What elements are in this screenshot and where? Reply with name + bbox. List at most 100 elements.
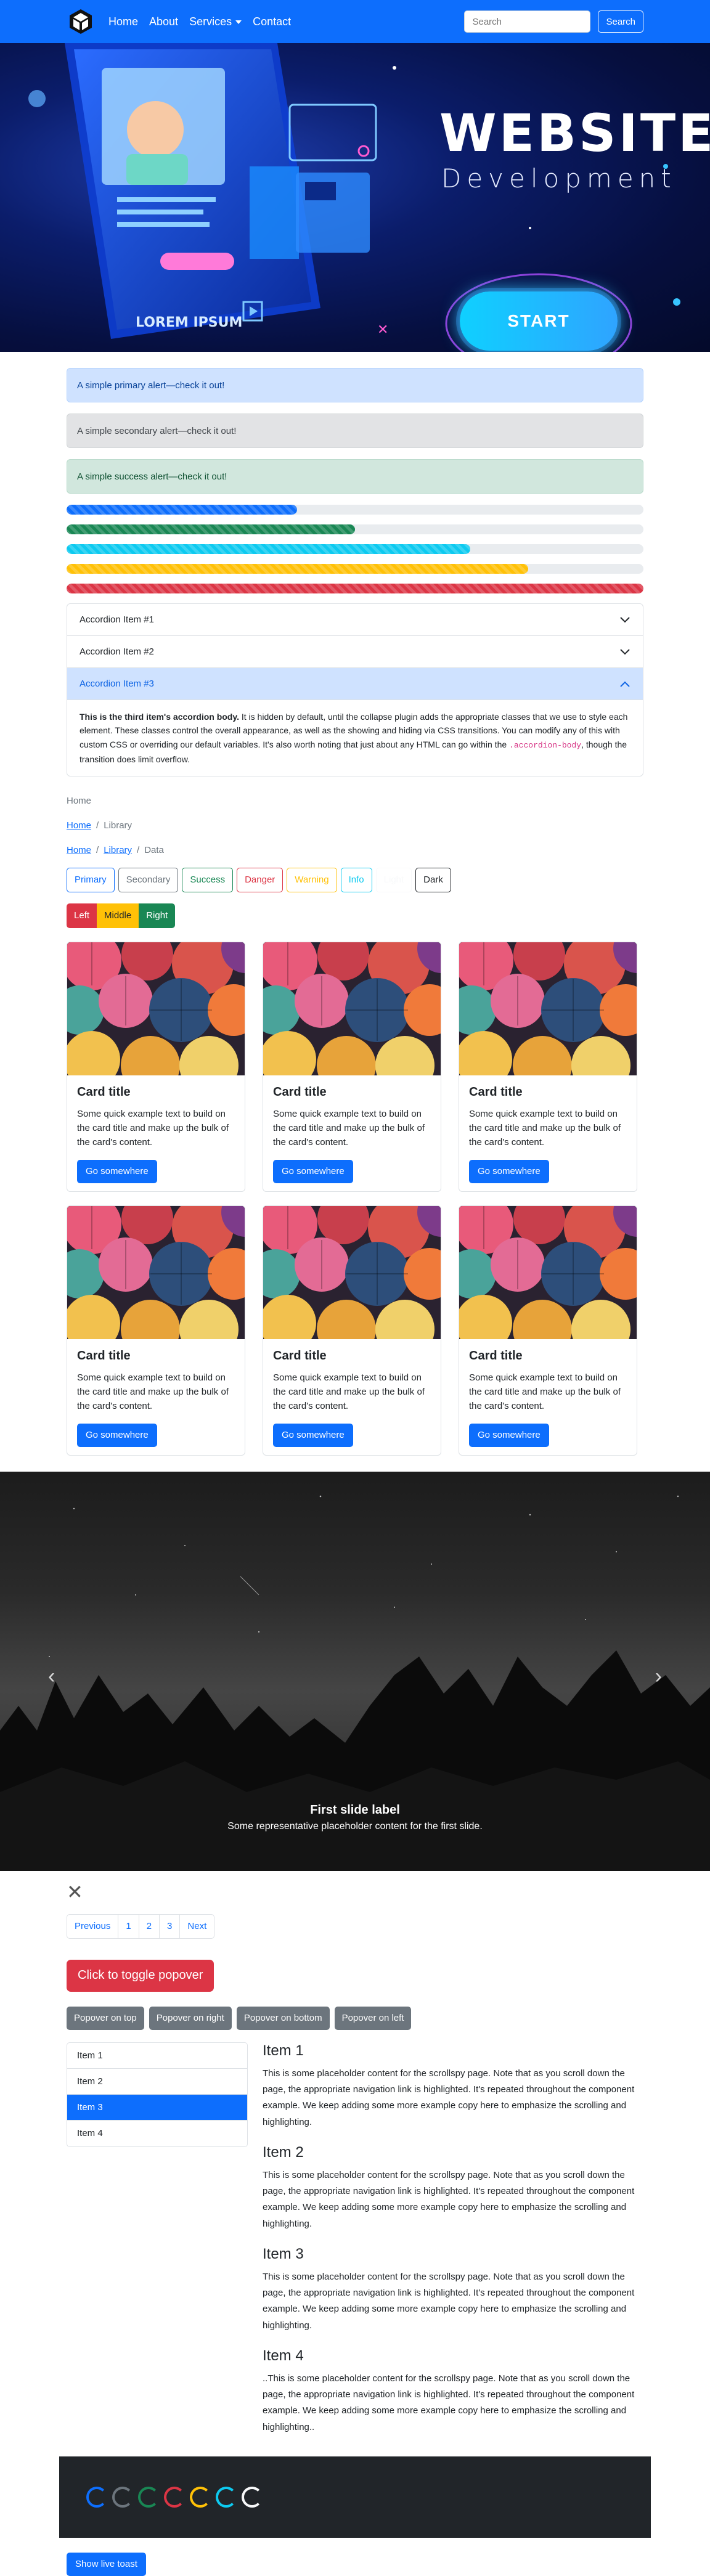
popover-bottom-button[interactable]: Popover on bottom xyxy=(236,2006,330,2030)
nav-services-label: Services xyxy=(189,15,232,28)
accordion-item-3-label: Accordion Item #3 xyxy=(80,679,154,689)
go-somewhere-button[interactable]: Go somewhere xyxy=(273,1423,353,1447)
middle-button[interactable]: Middle xyxy=(97,903,139,928)
scrollspy-heading: Item 1 xyxy=(263,2042,304,2059)
right-button[interactable]: Right xyxy=(139,903,176,928)
outline-dark-button[interactable]: Dark xyxy=(415,867,451,892)
spinner-icon xyxy=(86,2486,107,2508)
outline-danger-button[interactable]: Danger xyxy=(237,867,284,892)
outline-warning-button[interactable]: Warning xyxy=(287,867,337,892)
page-link-1[interactable]: 1 xyxy=(118,1914,139,1938)
spinner-icon xyxy=(216,2486,237,2508)
scrollspy-content: Item 1 This is some placeholder content f… xyxy=(263,2042,643,2449)
accordion-item-1-header[interactable]: Accordion Item #1 xyxy=(67,604,643,636)
carousel: ‹ › First slide label Some representativ… xyxy=(0,1471,710,1871)
page-link-3[interactable]: 3 xyxy=(160,1914,181,1938)
scrollspy-item-1[interactable]: Item 1 xyxy=(67,2043,247,2069)
card: Card title Some quick example text to bu… xyxy=(67,1205,245,1456)
breadcrumb-home-link[interactable]: Home xyxy=(67,820,91,831)
search-input[interactable] xyxy=(464,10,591,33)
progress-bar xyxy=(67,524,643,534)
accordion-item-2-label: Accordion Item #2 xyxy=(80,646,154,657)
scrollspy-paragraph: This is some placeholder content for the… xyxy=(263,2169,635,2229)
popover-buttons: Popover on top Popover on right Popover … xyxy=(67,2006,643,2030)
accordion-body-strong: This is the third item's accordion body. xyxy=(80,712,239,722)
umbrellas-image xyxy=(67,1205,245,1339)
umbrellas-image xyxy=(263,942,441,1075)
search-button[interactable]: Search xyxy=(598,10,643,33)
nav-services-dropdown[interactable]: Services xyxy=(189,15,242,28)
breadcrumb-3: Home / Library / Data xyxy=(67,843,643,858)
spinner-icon xyxy=(138,2486,159,2508)
progress-bar xyxy=(67,564,643,574)
scrollspy-heading: Item 4 xyxy=(263,2347,304,2364)
popover-left-button[interactable]: Popover on left xyxy=(334,2006,412,2030)
page-link-2[interactable]: 2 xyxy=(139,1914,160,1938)
outline-info-button[interactable]: Info xyxy=(340,867,372,892)
nav-about-link[interactable]: About xyxy=(149,15,178,28)
alert-primary: A simple primary alert—check it out! xyxy=(67,368,643,402)
close-icon[interactable]: ✕ xyxy=(67,1882,643,1902)
nav-home-link[interactable]: Home xyxy=(108,15,138,28)
scrollspy-paragraph: ..This is some placeholder content for t… xyxy=(263,2373,635,2432)
outline-secondary-button[interactable]: Secondary xyxy=(118,867,179,892)
card-body: Card title Some quick example text to bu… xyxy=(67,1075,245,1191)
card-grid: Card title Some quick example text to bu… xyxy=(67,941,643,1456)
outline-light-button[interactable]: Light xyxy=(375,867,412,892)
popover-toggle-button[interactable]: Click to toggle popover xyxy=(67,1959,214,1992)
scrollspy-list: Item 1 Item 2 Item 3 Item 4 xyxy=(67,2042,248,2147)
go-somewhere-button[interactable]: Go somewhere xyxy=(77,1423,157,1447)
outline-success-button[interactable]: Success xyxy=(182,867,234,892)
show-live-toast-button[interactable]: Show live toast xyxy=(67,2552,146,2576)
go-somewhere-button[interactable]: Go somewhere xyxy=(469,1159,549,1183)
navbar: Home About Services Contact Search xyxy=(0,0,710,43)
go-somewhere-button[interactable]: Go somewhere xyxy=(469,1423,549,1447)
card-text: Some quick example text to build on the … xyxy=(273,1372,425,1412)
progress-fill xyxy=(67,505,298,515)
popover-top-button[interactable]: Popover on top xyxy=(67,2006,144,2030)
breadcrumb-home-link[interactable]: Home xyxy=(67,845,91,855)
button-group: Left Middle Right xyxy=(67,903,643,928)
card-title: Card title xyxy=(77,1085,131,1099)
start-button[interactable]: START xyxy=(460,291,618,351)
card-text: Some quick example text to build on the … xyxy=(273,1108,425,1148)
scrollspy-item-2[interactable]: Item 2 xyxy=(67,2069,247,2095)
scrollspy-item-3[interactable]: Item 3 xyxy=(67,2094,247,2121)
cube-logo-icon[interactable] xyxy=(67,7,95,36)
carousel-caption: First slide label Some representative pl… xyxy=(0,1803,710,1832)
outline-primary-button[interactable]: Primary xyxy=(67,867,115,892)
go-somewhere-button[interactable]: Go somewhere xyxy=(273,1159,353,1183)
carousel-next-icon[interactable]: › xyxy=(655,1665,662,1689)
breadcrumb-separator: / xyxy=(96,820,99,831)
umbrellas-image xyxy=(459,942,637,1075)
spinner-icon xyxy=(164,2486,185,2508)
breadcrumb-library-link[interactable]: Library xyxy=(104,845,132,855)
breadcrumb-2: Home / Library xyxy=(67,818,643,833)
breadcrumb-1: Home xyxy=(67,794,643,809)
card-text: Some quick example text to build on the … xyxy=(469,1108,621,1148)
accordion-item-3-body: This is the third item's accordion body.… xyxy=(67,700,643,776)
card-text: Some quick example text to build on the … xyxy=(77,1108,229,1148)
popover-right-button[interactable]: Popover on right xyxy=(149,2006,232,2030)
umbrellas-image xyxy=(263,1205,441,1339)
accordion-item-2-header[interactable]: Accordion Item #2 xyxy=(67,636,643,668)
carousel-prev-icon[interactable]: ‹ xyxy=(48,1665,55,1689)
go-somewhere-button[interactable]: Go somewhere xyxy=(77,1159,157,1183)
alert-secondary: A simple secondary alert—check it out! xyxy=(67,414,643,448)
umbrellas-image xyxy=(67,942,245,1075)
page-link-next[interactable]: Next xyxy=(180,1915,214,1938)
nav-contact-link[interactable]: Contact xyxy=(253,15,291,28)
accordion-item-3-header[interactable]: Accordion Item #3 xyxy=(67,668,643,700)
card-title: Card title xyxy=(273,1348,327,1363)
breadcrumb-home: Home xyxy=(67,795,92,806)
scrollspy-item-4[interactable]: Item 4 xyxy=(67,2121,247,2146)
scrollspy-paragraph: This is some placeholder content for the… xyxy=(263,2068,635,2127)
scrollspy-section: Item 1 Item 2 Item 3 Item 4 Item 1 This is s… xyxy=(67,2042,643,2449)
umbrellas-image xyxy=(459,1205,637,1339)
card: Card title Some quick example text to bu… xyxy=(459,1205,637,1456)
card-title: Card title xyxy=(273,1085,327,1099)
left-button[interactable]: Left xyxy=(67,903,97,928)
page-link-previous[interactable]: Previous xyxy=(67,1914,119,1938)
card-body: Card title Some quick example text to bu… xyxy=(459,1075,637,1191)
chevron-down-icon xyxy=(620,616,630,622)
